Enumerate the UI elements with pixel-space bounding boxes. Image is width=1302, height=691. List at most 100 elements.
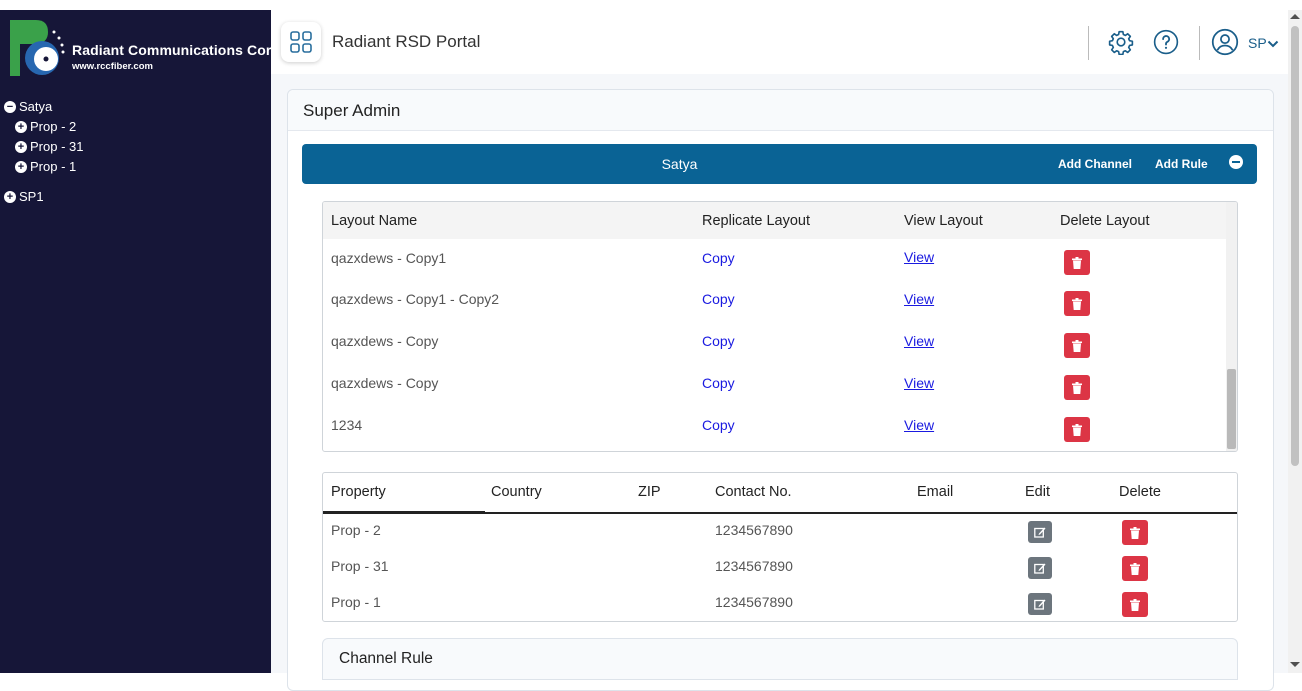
- add-rule-button[interactable]: Add Rule: [1155, 157, 1208, 171]
- property-contact: 1234567890: [715, 558, 793, 574]
- settings-button[interactable]: [1107, 28, 1135, 56]
- minus-circle-icon[interactable]: −: [4, 100, 16, 113]
- trash-icon: [1072, 423, 1082, 436]
- brand-logo: Radiant Communications Corp. www.rccfibe…: [8, 18, 284, 84]
- brand-name: Radiant Communications Corp.: [72, 42, 285, 58]
- tree-node-satya[interactable]: − Satya: [4, 99, 52, 114]
- tree-node-prop-1[interactable]: + Prop - 1: [15, 159, 76, 174]
- plus-circle-icon[interactable]: +: [15, 120, 27, 133]
- view-link[interactable]: View: [904, 291, 934, 307]
- column-header: Country: [491, 484, 542, 500]
- property-name: Prop - 31: [331, 558, 389, 574]
- page-scrollbar-thumb[interactable]: [1291, 26, 1299, 466]
- channel-rule-panel: Channel Rule: [322, 638, 1238, 680]
- plus-circle-icon[interactable]: +: [15, 140, 27, 153]
- user-circle-icon: [1211, 28, 1239, 56]
- property-name: Prop - 1: [331, 594, 381, 610]
- edit-property-button[interactable]: [1028, 593, 1052, 615]
- delete-layout-button[interactable]: [1064, 250, 1090, 275]
- sidebar: Radiant Communications Corp. www.rccfibe…: [0, 10, 284, 673]
- property-name: Prop - 2: [331, 522, 381, 538]
- user-avatar-button[interactable]: [1211, 28, 1239, 56]
- apps-button[interactable]: [281, 22, 321, 62]
- tree-node-sp1[interactable]: + SP1: [4, 189, 44, 204]
- brand-url: www.rccfiber.com: [72, 61, 153, 72]
- channel-rule-title: Channel Rule: [339, 650, 433, 667]
- view-link[interactable]: View: [904, 249, 934, 265]
- card-title: Super Admin: [303, 101, 401, 120]
- column-header: Contact No.: [715, 484, 792, 500]
- layout-name: qazxdews - Copy1: [331, 250, 447, 266]
- table-scrollbar-thumb[interactable]: [1227, 369, 1236, 449]
- delete-layout-button[interactable]: [1064, 375, 1090, 400]
- layouts-table: Layout Name Replicate Layout View Layout…: [322, 201, 1238, 452]
- property-contact: 1234567890: [715, 522, 793, 538]
- edit-icon: [1034, 527, 1046, 538]
- edit-icon: [1034, 599, 1046, 610]
- sorted-column-indicator: [323, 511, 485, 514]
- layout-name: qazxdews - Copy: [331, 375, 439, 391]
- view-link[interactable]: View: [904, 333, 934, 349]
- header-divider: [1088, 26, 1089, 60]
- layout-name: qazxdews - Copy1 - Copy2: [331, 291, 500, 307]
- property-contact: 1234567890: [715, 594, 793, 610]
- tree-node-label: Satya: [19, 99, 53, 114]
- trash-icon: [1130, 598, 1140, 611]
- user-initials[interactable]: SP: [1248, 35, 1267, 51]
- gear-icon: [1108, 30, 1134, 55]
- delete-property-button[interactable]: [1122, 520, 1148, 545]
- rcc-logo-icon: [10, 20, 65, 76]
- user-menu-toggle[interactable]: [1267, 36, 1279, 54]
- column-header: Layout Name: [331, 213, 418, 229]
- chevron-down-icon: [1267, 40, 1279, 48]
- copy-link[interactable]: Copy: [702, 375, 735, 391]
- tree-node-label: SP1: [19, 189, 44, 204]
- delete-layout-button[interactable]: [1064, 333, 1090, 358]
- trash-icon: [1072, 256, 1082, 269]
- layout-name: qazxdews - Copy: [331, 333, 439, 349]
- help-circle-icon: [1153, 29, 1179, 55]
- delete-property-button[interactable]: [1122, 592, 1148, 617]
- header-divider: [1199, 26, 1200, 60]
- column-header: ZIP: [638, 484, 661, 500]
- tree-node-prop-31[interactable]: + Prop - 31: [15, 139, 83, 154]
- copy-link[interactable]: Copy: [702, 417, 735, 433]
- scroll-down-arrow[interactable]: [1290, 662, 1300, 667]
- help-button[interactable]: [1152, 28, 1180, 56]
- view-link[interactable]: View: [904, 417, 934, 433]
- app-title: Radiant RSD Portal: [332, 32, 481, 51]
- tree-node-label: Prop - 31: [30, 139, 84, 154]
- delete-layout-button[interactable]: [1064, 417, 1090, 442]
- table-header: Layout Name Replicate Layout View Layout…: [323, 202, 1226, 239]
- column-header: Delete Layout: [1060, 213, 1150, 229]
- grid-apps-icon: [290, 31, 312, 53]
- delete-property-button[interactable]: [1122, 556, 1148, 581]
- copy-link[interactable]: Copy: [702, 250, 735, 266]
- properties-table: Property Country ZIP Contact No. Email E…: [322, 472, 1238, 622]
- plus-circle-icon[interactable]: +: [15, 160, 27, 173]
- column-header: Edit: [1025, 484, 1050, 500]
- delete-layout-button[interactable]: [1064, 291, 1090, 316]
- trash-icon: [1072, 297, 1082, 310]
- layout-name: 1234: [331, 417, 363, 433]
- plus-circle-icon[interactable]: +: [4, 190, 16, 203]
- trash-icon: [1072, 381, 1082, 394]
- tree-node-label: Prop - 2: [30, 119, 77, 134]
- edit-property-button[interactable]: [1028, 521, 1052, 543]
- column-header: Delete: [1119, 484, 1161, 500]
- tree-node-label: Prop - 1: [30, 159, 77, 174]
- tree-node-prop-2[interactable]: + Prop - 2: [15, 119, 76, 134]
- copy-link[interactable]: Copy: [702, 291, 735, 307]
- edit-property-button[interactable]: [1028, 557, 1052, 579]
- column-header: Replicate Layout: [702, 213, 811, 229]
- trash-icon: [1072, 339, 1082, 352]
- view-link[interactable]: View: [904, 375, 934, 391]
- customer-bar: Satya Add Channel Add Rule: [302, 144, 1257, 184]
- scroll-up-arrow[interactable]: [1290, 14, 1300, 19]
- trash-icon: [1130, 562, 1140, 575]
- column-header: Property: [331, 484, 386, 500]
- column-header: Email: [917, 484, 954, 500]
- copy-link[interactable]: Copy: [702, 333, 735, 349]
- add-channel-button[interactable]: Add Channel: [1058, 157, 1132, 171]
- minus-circle-icon[interactable]: [1229, 155, 1243, 169]
